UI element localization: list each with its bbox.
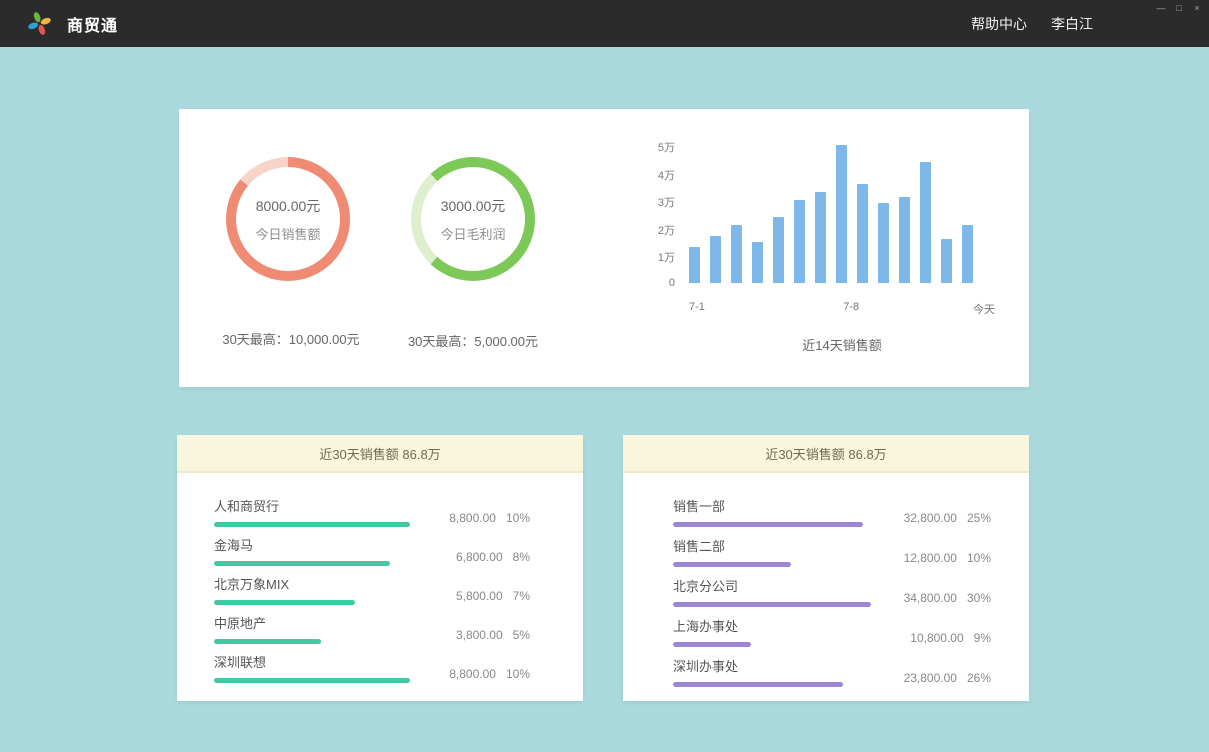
vendor-bar bbox=[214, 639, 321, 644]
help-center-link[interactable]: 帮助中心 bbox=[971, 14, 1027, 34]
topbar: 商贸通 帮助中心 李白江 — □ × bbox=[0, 0, 1209, 47]
vendor-bar bbox=[214, 600, 355, 605]
topbar-right: 帮助中心 李白江 bbox=[971, 0, 1093, 47]
sales-bar bbox=[815, 192, 826, 283]
x-tick-today: 今天 bbox=[973, 301, 995, 317]
chart-x-axis: 7-1 7-8 今天 bbox=[689, 301, 995, 315]
department-value: 32,800.0025% bbox=[904, 511, 991, 525]
desktop-app-window: 商贸通 帮助中心 李白江 — □ × 8000.00元 今日销售额 30天最高：… bbox=[0, 0, 1209, 752]
department-row: 上海办事处 10,800.009% bbox=[673, 616, 991, 656]
daily-sales-chart: 5万 4万 3万 2万 1万 0 7-1 7-8 今天 近14天销售额 bbox=[649, 139, 999, 354]
app-title: 商贸通 bbox=[67, 12, 118, 36]
x-tick-mid: 7-8 bbox=[843, 301, 859, 313]
y-tick: 3万 bbox=[658, 194, 675, 210]
y-tick: 2万 bbox=[658, 222, 675, 238]
department-row: 销售一部 32,800.0025% bbox=[673, 496, 991, 536]
today-profit-ring-center: 3000.00元 今日毛利润 bbox=[421, 167, 525, 271]
today-sales-ring: 8000.00元 今日销售额 bbox=[226, 157, 350, 281]
vendor-bar bbox=[214, 522, 410, 527]
vendor-row: 北京万象MIX 5,800.007% bbox=[214, 574, 530, 613]
vendor-panel-title: 近30天销售额 86.8万 bbox=[319, 444, 440, 463]
today-profit-label: 今日毛利润 bbox=[440, 224, 505, 243]
department-sales-panel: 近30天销售额 86.8万 销售一部 32,800.0025% 销售二部 12,… bbox=[623, 435, 1029, 701]
vendor-row: 金海马 6,800.008% bbox=[214, 535, 530, 574]
today-sales-label: 今日销售额 bbox=[255, 224, 320, 243]
department-value: 23,800.0026% bbox=[904, 671, 991, 685]
sales-bar bbox=[731, 225, 742, 283]
pinwheel-logo-icon bbox=[26, 10, 53, 37]
chart-y-axis: 5万 4万 3万 2万 1万 0 bbox=[649, 139, 675, 289]
close-button[interactable]: × bbox=[1192, 2, 1202, 14]
vendor-panel-header: 近30天销售额 86.8万 bbox=[177, 435, 583, 473]
vendor-sales-panel: 近30天销售额 86.8万 人和商贸行 8,800.0010% 金海马 6,80… bbox=[177, 435, 583, 701]
sales-bar bbox=[878, 203, 889, 283]
sales-bar bbox=[899, 197, 910, 283]
sales-bar bbox=[857, 184, 868, 283]
department-row: 深圳办事处 23,800.0026% bbox=[673, 656, 991, 696]
today-profit-ring: 3000.00元 今日毛利润 bbox=[411, 157, 535, 281]
chart-caption: 近14天销售额 bbox=[689, 335, 995, 354]
daily-sales-bars bbox=[689, 145, 995, 283]
vendor-value: 8,800.0010% bbox=[449, 511, 530, 525]
sales-bar bbox=[836, 145, 847, 283]
department-panel-title: 近30天销售额 86.8万 bbox=[765, 444, 886, 463]
vendor-row: 中原地产 3,800.005% bbox=[214, 613, 530, 652]
department-row: 销售二部 12,800.0010% bbox=[673, 536, 991, 576]
department-bar bbox=[673, 642, 751, 647]
minimize-button[interactable]: — bbox=[1156, 2, 1166, 14]
sales-bar bbox=[920, 162, 931, 283]
vendor-bar bbox=[214, 561, 390, 566]
department-row: 北京分公司 34,800.0030% bbox=[673, 576, 991, 616]
x-tick-start: 7-1 bbox=[689, 301, 705, 313]
sales-bar bbox=[752, 242, 763, 283]
department-bar bbox=[673, 562, 791, 567]
department-value: 34,800.0030% bbox=[904, 591, 991, 605]
y-tick: 1万 bbox=[658, 249, 675, 265]
vendor-value: 6,800.008% bbox=[456, 550, 530, 564]
vendor-value: 5,800.007% bbox=[456, 589, 530, 603]
vendor-row: 深圳联想 8,800.0010% bbox=[214, 652, 530, 691]
summary-card: 8000.00元 今日销售额 30天最高：10,000.00元 3000.00元… bbox=[179, 109, 1029, 387]
window-controls: — □ × bbox=[1156, 2, 1202, 14]
today-sales-value: 8000.00元 bbox=[256, 196, 321, 216]
y-tick: 0 bbox=[669, 277, 675, 289]
vendor-row: 人和商贸行 8,800.0010% bbox=[214, 496, 530, 535]
y-tick: 4万 bbox=[658, 167, 675, 183]
department-panel-body: 销售一部 32,800.0025% 销售二部 12,800.0010% 北京分公… bbox=[623, 473, 1029, 696]
sales-bar bbox=[710, 236, 721, 283]
department-value: 10,800.009% bbox=[910, 631, 991, 645]
profit-30day-max: 30天最高：5,000.00元 bbox=[353, 331, 593, 350]
sales-bar bbox=[794, 200, 805, 283]
vendor-panel-body: 人和商贸行 8,800.0010% 金海马 6,800.008% 北京万象MIX… bbox=[177, 473, 583, 691]
vendor-value: 3,800.005% bbox=[456, 628, 530, 642]
y-tick: 5万 bbox=[658, 139, 675, 155]
department-panel-header: 近30天销售额 86.8万 bbox=[623, 435, 1029, 473]
sales-bar bbox=[773, 217, 784, 283]
department-bar bbox=[673, 602, 871, 607]
department-bar bbox=[673, 522, 863, 527]
vendor-bar bbox=[214, 678, 410, 683]
user-name-link[interactable]: 李白江 bbox=[1051, 14, 1093, 34]
department-value: 12,800.0010% bbox=[904, 551, 991, 565]
today-sales-ring-center: 8000.00元 今日销售额 bbox=[236, 167, 340, 271]
sales-bar bbox=[941, 239, 952, 283]
department-bar bbox=[673, 682, 843, 687]
maximize-button[interactable]: □ bbox=[1174, 2, 1184, 14]
vendor-value: 8,800.0010% bbox=[449, 667, 530, 681]
sales-bar bbox=[689, 247, 700, 283]
today-profit-value: 3000.00元 bbox=[441, 196, 506, 216]
sales-bar bbox=[962, 225, 973, 283]
